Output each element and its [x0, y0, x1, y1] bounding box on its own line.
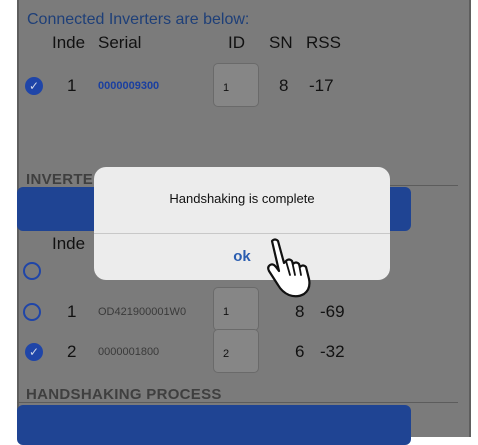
ok-button[interactable]: ok — [94, 234, 390, 280]
id-input[interactable]: 1 — [213, 63, 259, 107]
header-index: Inde — [52, 33, 86, 52]
connected-inverters-title: Connected Inverters are below: — [27, 11, 250, 28]
row-index: 2 — [67, 342, 77, 361]
header-rss: RSS — [306, 33, 341, 52]
id-input[interactable]: 1 — [213, 287, 259, 331]
radio-empty-icon[interactable] — [23, 262, 41, 280]
row-rss: -32 — [320, 342, 345, 361]
header-id: ID — [228, 33, 245, 52]
header-serial: Serial — [98, 33, 142, 52]
alert-dialog: Handshaking is complete ok — [94, 167, 390, 280]
row-serial: 0000009300 — [98, 80, 160, 92]
row-sn: 8 — [279, 76, 289, 95]
row-sn: 6 — [295, 342, 305, 361]
frame-edge-right — [469, 0, 471, 437]
radio-empty-icon[interactable] — [23, 303, 41, 321]
row-serial: 0000001800 — [98, 346, 160, 358]
header-index-2: Inde — [52, 234, 86, 253]
dialog-message: Handshaking is complete — [169, 191, 315, 206]
checkmark-icon[interactable]: ✓ — [25, 77, 43, 95]
inverters-section-label: INVERTE — [26, 171, 94, 188]
header-sn: SN — [269, 33, 293, 52]
checkmark-icon[interactable]: ✓ — [25, 343, 43, 361]
hand-pointer-icon — [267, 238, 311, 298]
row-serial: OD421900001W0 — [98, 306, 187, 318]
row-index: 1 — [67, 76, 77, 95]
row-rss: -69 — [320, 302, 345, 321]
row-index: 1 — [67, 302, 77, 321]
handshaking-section-label: HANDSHAKING PROCESS — [26, 386, 222, 403]
row-sn: 8 — [295, 302, 305, 321]
row-rss: -17 — [309, 76, 334, 95]
section-divider — [17, 402, 458, 403]
id-input[interactable]: 2 — [213, 329, 259, 373]
handshake-button[interactable] — [17, 405, 411, 445]
section-divider — [390, 185, 458, 186]
